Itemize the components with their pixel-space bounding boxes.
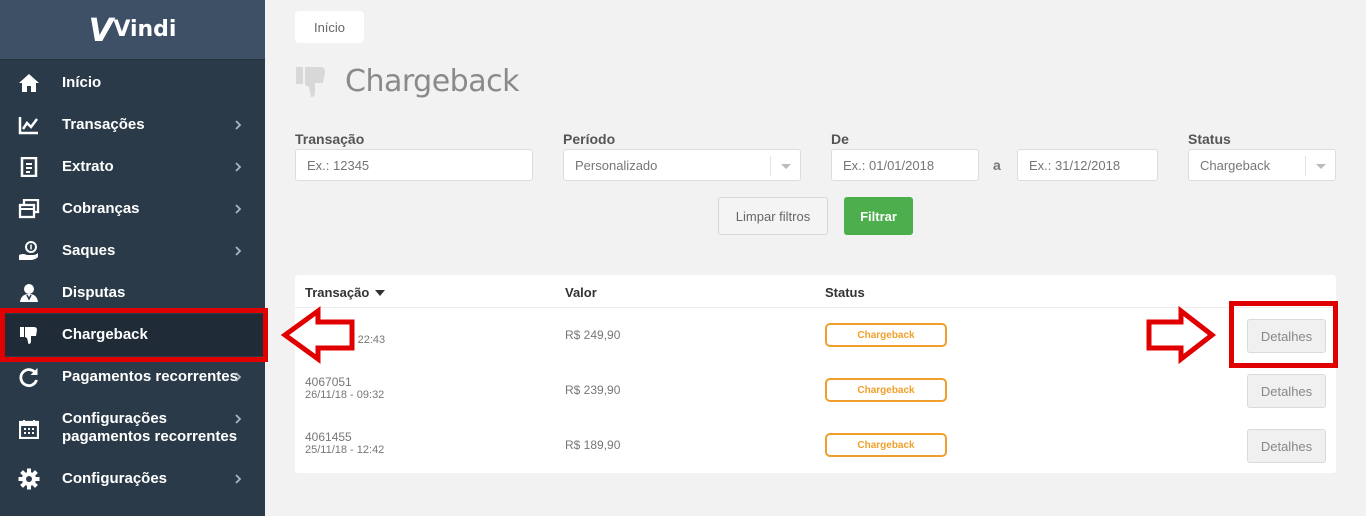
breadcrumb-home[interactable]: Início: [295, 11, 364, 43]
chevron-down-icon: [770, 156, 800, 176]
sidebar-item-label-line1: Configurações: [62, 410, 168, 427]
home-icon: [18, 72, 40, 94]
logo-text: Vindi: [113, 17, 177, 42]
vindi-logo[interactable]: V Vindi: [89, 11, 177, 49]
status-filter-label: Status: [1188, 131, 1231, 147]
gear-icon: [18, 468, 40, 490]
sidebar-item-cobrancas[interactable]: Cobranças: [0, 188, 265, 230]
transaction-datetime: 03/12/18 - 22:43: [305, 334, 386, 346]
transaction-id: 4169747: [305, 320, 352, 334]
sidebar-item-label: Disputas: [62, 284, 126, 301]
calendar-icon: [18, 418, 40, 440]
periodo-filter-label: Período: [563, 131, 616, 147]
chargeback-table: Transação Valor Status 4169747 03/12/18 …: [295, 275, 1336, 473]
status-select[interactable]: Chargeback: [1188, 149, 1336, 181]
clear-filters-button[interactable]: Limpar filtros: [718, 197, 828, 235]
column-header-label: Transação: [305, 285, 370, 300]
sidebar-item-label: Configurações: [62, 470, 168, 487]
status-badge: Chargeback: [825, 433, 947, 457]
chevron-right-icon: [235, 204, 242, 214]
statement-icon: [18, 156, 40, 178]
status-badge: Chargeback: [825, 323, 947, 347]
sidebar-item-configuracoes-pagamentos-recorrentes[interactable]: Configurações pagamentos recorrentes: [0, 398, 265, 458]
refresh-icon: [18, 366, 40, 388]
sidebar-item-pagamentos-recorrentes[interactable]: Pagamentos recorrentes: [0, 356, 265, 398]
sort-desc-icon: [375, 290, 386, 296]
sidebar-item-label: Extrato: [62, 158, 114, 175]
sidebar-item-inicio[interactable]: Início: [0, 62, 265, 104]
status-selected-value: Chargeback: [1200, 157, 1271, 173]
transacao-filter-label: Transação: [295, 131, 365, 147]
transaction-id-cell: 4169747 03/12/18 - 22:43: [305, 321, 385, 347]
logo-bar: V Vindi: [0, 0, 265, 60]
chart-line-icon: [18, 114, 40, 136]
status-badge: Chargeback: [825, 378, 947, 402]
sidebar-item-transacoes[interactable]: Transações: [0, 104, 265, 146]
filter-button[interactable]: Filtrar: [844, 197, 913, 235]
sidebar: V Vindi Início Transações Extrato Cobran…: [0, 0, 265, 516]
chevron-right-icon: [235, 246, 242, 256]
column-header-status: Status: [825, 285, 865, 300]
withdraw-icon: [18, 240, 40, 262]
thumbs-down-icon: [296, 67, 325, 97]
sidebar-item-saques[interactable]: Saques: [0, 230, 265, 272]
chargeback-menu-highlight-box: [0, 308, 268, 362]
sidebar-item-configuracoes[interactable]: Configurações: [0, 458, 265, 500]
page-title: Chargeback: [345, 64, 519, 99]
billing-icon: [18, 198, 40, 220]
date-to-input[interactable]: [1017, 149, 1158, 181]
chevron-right-icon: [235, 414, 242, 424]
sidebar-item-label: Transações: [62, 116, 145, 133]
details-button-highlight-box: [1229, 301, 1338, 368]
sidebar-item-label: Saques: [62, 242, 116, 259]
chevron-right-icon: [235, 120, 242, 130]
transaction-id-cell: 4061455 25/11/18 - 12:42: [305, 431, 384, 457]
chevron-right-icon: [235, 474, 242, 484]
chevron-right-icon: [235, 372, 242, 382]
table-row: 4067051 26/11/18 - 09:32 R$ 239,90 Charg…: [295, 363, 1336, 418]
amount-cell: R$ 189,90: [565, 438, 621, 452]
amount-cell: R$ 239,90: [565, 383, 621, 397]
column-header-valor: Valor: [565, 285, 597, 300]
chevron-down-icon: [1305, 156, 1335, 176]
details-button[interactable]: Detalhes: [1247, 429, 1326, 463]
transacao-input[interactable]: [295, 149, 533, 181]
transaction-datetime: 26/11/18 - 09:32: [305, 389, 385, 401]
date-from-input[interactable]: [831, 149, 979, 181]
chevron-right-icon: [235, 162, 242, 172]
sidebar-item-extrato[interactable]: Extrato: [0, 146, 265, 188]
periodo-select[interactable]: Personalizado: [563, 149, 801, 181]
details-button[interactable]: Detalhes: [1247, 374, 1326, 408]
periodo-selected-value: Personalizado: [575, 157, 658, 173]
column-header-transacao[interactable]: Transação: [305, 285, 386, 300]
amount-cell: R$ 249,90: [565, 328, 621, 342]
table-row: 4061455 25/11/18 - 12:42 R$ 189,90 Charg…: [295, 418, 1336, 473]
sidebar-item-label: Pagamentos recorrentes: [62, 368, 238, 385]
transaction-datetime: 25/11/18 - 12:42: [305, 444, 385, 456]
transaction-id: 4067051: [305, 375, 352, 389]
date-range-separator: a: [993, 157, 1001, 173]
sidebar-item-label-line2: pagamentos recorrentes: [62, 428, 238, 445]
table-row: 4169747 03/12/18 - 22:43 R$ 249,90 Charg…: [295, 308, 1336, 363]
logo-mark: V: [88, 10, 114, 49]
transaction-id: 4061455: [305, 430, 352, 444]
sidebar-item-label: Cobranças: [62, 200, 140, 217]
sidebar-item-label: Início: [62, 74, 102, 91]
de-filter-label: De: [831, 131, 849, 147]
dispute-user-icon: [18, 282, 40, 304]
transaction-id-cell: 4067051 26/11/18 - 09:32: [305, 376, 384, 402]
